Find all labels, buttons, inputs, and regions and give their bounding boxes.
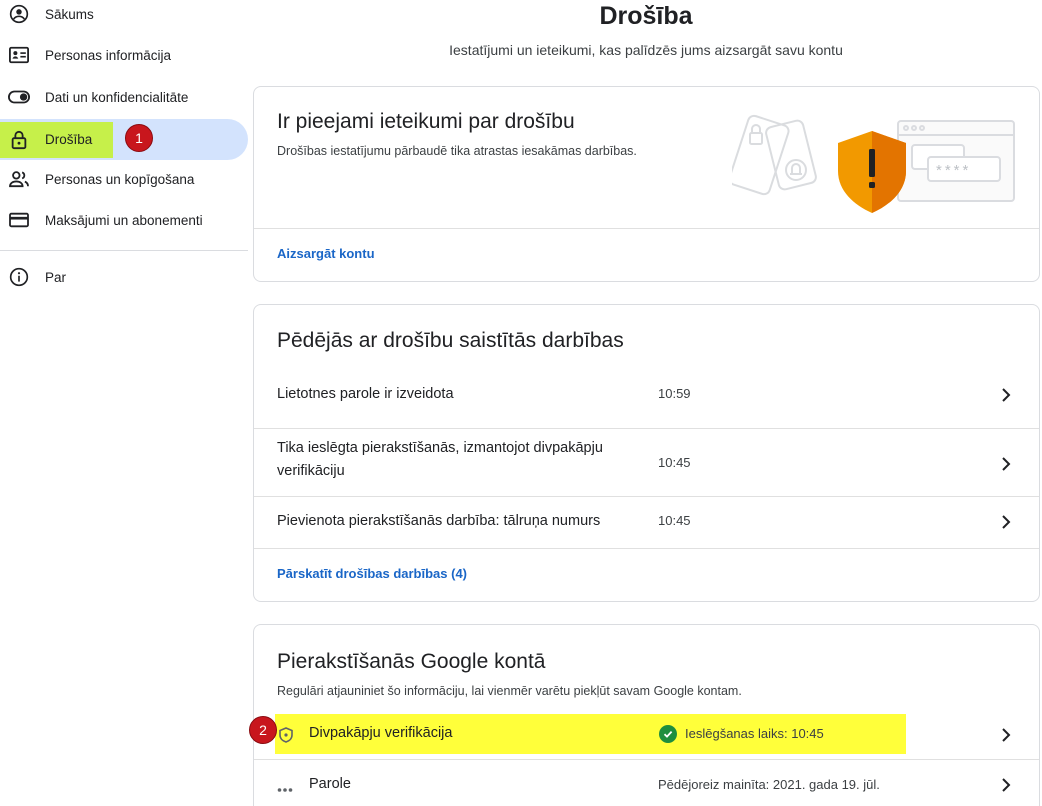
warning-shield-icon (838, 131, 906, 213)
card-separator (254, 228, 1039, 229)
recommendations-card: Ir pieejami ieteikumi par drošību Drošīb… (253, 86, 1040, 282)
annotation-badge-1: 1 (125, 124, 153, 152)
signin-card: Pierakstīšanās Google kontā Regulāri atj… (249, 624, 1040, 806)
recommendations-description: Drošības iestatījumu pārbaudē tika atras… (277, 144, 637, 158)
chevron-right-icon (998, 777, 1014, 793)
sidebar-item-label: Sākums (45, 6, 94, 22)
chevron-right-icon (998, 456, 1014, 472)
sidebar-item-label: Maksājumi un abonementi (45, 212, 203, 228)
activity-text-line1: Tika ieslēgta pierakstīšanās, izmantojot… (277, 440, 603, 456)
secure-account-link[interactable]: Aizsargāt kontu (277, 246, 375, 261)
page-subtitle: Iestatījumi un ieteikumi, kas palīdzēs j… (449, 42, 843, 58)
recommendations-title: Ir pieejami ieteikumi par drošību (277, 110, 575, 133)
activity-time: 10:45 (658, 513, 691, 528)
sidebar-item-payments[interactable]: Maksājumi un abonementi (0, 200, 248, 240)
recent-activity-title: Pēdējās ar drošību saistītās darbības (277, 329, 624, 352)
sidebar-item-security[interactable]: Drošība 1 (0, 119, 248, 160)
activity-text: Tika ieslēgta pierakstīšanās, izmantojot… (277, 437, 603, 483)
activity-time: 10:45 (658, 455, 691, 470)
sidebar-item-label: Dati un konfidencialitāte (45, 89, 189, 105)
credit-card-icon (8, 209, 30, 231)
activity-text: Lietotnes parole ir izveidota (277, 386, 454, 402)
signin-description: Regulāri atjauniniet šo informāciju, lai… (277, 684, 742, 698)
shield-icon (279, 727, 293, 748)
two-step-verification-status: Ieslēgšanas laiks: 10:45 (685, 726, 824, 741)
id-card-icon (8, 44, 30, 66)
sidebar-item-people-sharing[interactable]: Personas un kopīgošana (0, 159, 248, 199)
page-title: Drošība (599, 2, 693, 30)
password-label: Parole (309, 776, 351, 792)
chevron-right-icon (998, 514, 1014, 530)
check-circle-icon (659, 725, 677, 743)
password-status: Pēdējoreiz mainīta: 2021. gada 19. jūl. (658, 777, 880, 792)
svg-text:****: **** (936, 162, 971, 179)
activity-row[interactable]: Tika ieslēgta pierakstīšanās, izmantojot… (254, 429, 1039, 497)
password-dots-icon (277, 780, 293, 798)
review-activity-link[interactable]: Pārskatīt drošības darbības (4) (277, 566, 467, 581)
chevron-right-icon (998, 387, 1014, 403)
activity-text: Pievienota pierakstīšanās darbība: tālru… (277, 513, 601, 529)
row-separator (254, 548, 1039, 549)
activity-row[interactable]: Pievienota pierakstīšanās darbība: tālru… (254, 497, 1039, 549)
chevron-right-icon (998, 727, 1014, 743)
two-step-verification-row[interactable]: Divpakāpju verifikācija Ieslēgšanas laik… (254, 714, 1039, 758)
lock-icon (8, 129, 30, 151)
sidebar-item-personal-info[interactable]: Personas informācija (0, 35, 248, 75)
security-illustration: **** (728, 113, 1022, 221)
sidebar-item-label: Drošība (45, 132, 93, 147)
toggle-icon (8, 86, 30, 108)
sidebar-item-about[interactable]: Par (0, 257, 248, 297)
sidebar-item-label: Personas un kopīgošana (45, 171, 195, 187)
info-icon (8, 266, 30, 288)
sidebar-divider (0, 250, 248, 251)
sidebar-item-label: Personas informācija (45, 47, 172, 63)
account-circle-icon (8, 3, 30, 25)
activity-time: 10:59 (658, 386, 691, 401)
people-icon (8, 168, 30, 190)
sidebar-item-home[interactable]: Sākums (0, 0, 248, 34)
signin-title: Pierakstīšanās Google kontā (277, 650, 546, 673)
activity-text-line2: verifikāciju (277, 463, 345, 479)
sidebar: Sākums Personas informācija Dati un konf… (0, 0, 248, 806)
activity-row[interactable]: Lietotnes parole ir izveidota 10:59 (254, 371, 1039, 427)
sidebar-item-label: Par (45, 269, 67, 285)
sidebar-item-data-privacy[interactable]: Dati un konfidencialitāte (0, 77, 248, 117)
password-row[interactable]: Parole Pēdējoreiz mainīta: 2021. gada 19… (254, 760, 1039, 806)
recent-activity-card: Pēdējās ar drošību saistītās darbības Li… (253, 304, 1040, 602)
two-step-verification-label: Divpakāpju verifikācija (309, 725, 453, 741)
